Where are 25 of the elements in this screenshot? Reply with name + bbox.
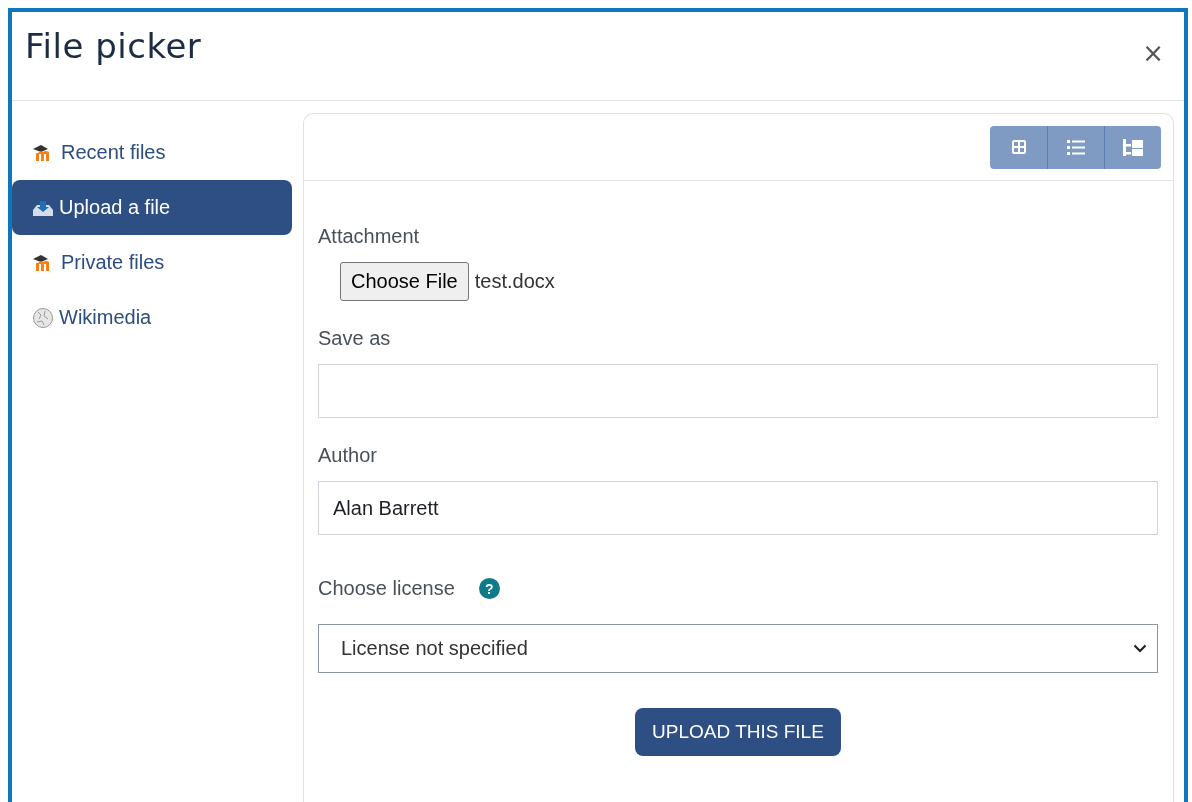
globe-icon [32, 306, 54, 329]
choose-file-button[interactable]: Choose File [340, 262, 469, 301]
sidebar-item[interactable]: Upload a file [12, 180, 292, 235]
license-select[interactable]: License not specified [318, 624, 1158, 673]
dialog-title: File picker [25, 26, 202, 66]
field-label: Choose license [318, 577, 455, 600]
view-button[interactable] [990, 125, 1047, 169]
view-button[interactable] [1104, 125, 1161, 169]
upload-button[interactable]: UPLOAD THIS FILE [635, 708, 841, 756]
sidebar-item[interactable]: Private files [12, 235, 292, 290]
author-field[interactable]: Alan Barrett [318, 481, 1158, 535]
file-name: test.docx [474, 270, 555, 293]
sidebar-item[interactable]: Wikimedia [12, 290, 292, 345]
field-label: Save as [318, 327, 392, 350]
close-button[interactable]: × [1140, 38, 1166, 68]
view-button[interactable] [1047, 125, 1104, 169]
folder-tree-icon [1123, 138, 1143, 156]
field-label: Attachment [318, 225, 421, 248]
help-icon[interactable]: ? [478, 578, 500, 599]
field-label: Author [318, 444, 378, 467]
list-icon [1067, 139, 1085, 155]
chevron-down-icon [1133, 644, 1147, 653]
sidebar-item[interactable]: Recent files [12, 125, 292, 180]
grid-icon [1010, 139, 1027, 155]
inbox-icon [32, 198, 54, 217]
